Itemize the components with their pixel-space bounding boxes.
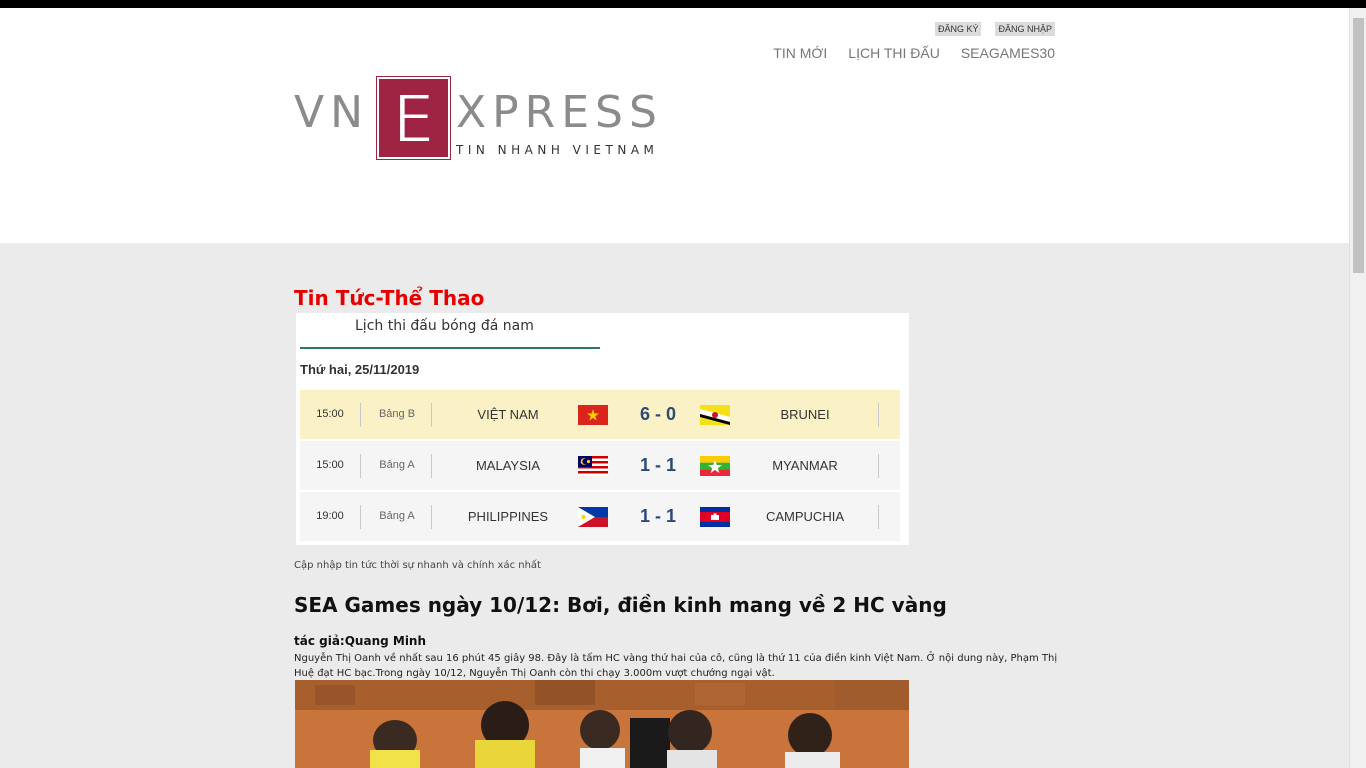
- home-team: VIỆT NAM: [477, 407, 539, 422]
- section-title: Tin Tức-Thể Thao: [294, 286, 485, 310]
- vietnam-flag-icon: [578, 405, 608, 425]
- logo-emblem: E: [376, 76, 451, 160]
- match-time: 15:00: [316, 459, 344, 471]
- match-schedule: Lịch thi đấu bóng đá nam Thứ hai, 25/11/…: [296, 313, 909, 545]
- logo-letter: E: [392, 80, 436, 159]
- auth-links: ĐĂNG KÝ ĐĂNG NHẬP: [934, 22, 1055, 36]
- match-row[interactable]: 19:00 Bảng A PHILIPPINES 1 - 1 CAMPUCHIA: [300, 492, 900, 541]
- nav-link-news[interactable]: TIN MỚI: [773, 45, 827, 61]
- schedule-date: Thứ hai, 25/11/2019: [300, 362, 420, 377]
- divider: [360, 454, 361, 478]
- match-time: 19:00: [316, 510, 344, 522]
- home-team: PHILIPPINES: [467, 509, 549, 524]
- scrollbar-thumb[interactable]: [1353, 18, 1364, 273]
- match-row[interactable]: 15:00 Bảng B VIỆT NAM 6 - 0 BRUNEI: [300, 390, 900, 439]
- nav-link-schedule[interactable]: LỊCH THI ĐẤU: [848, 45, 940, 61]
- logo-text-left: VN: [294, 87, 370, 138]
- divider: [878, 403, 879, 427]
- divider: [360, 403, 361, 427]
- vertical-scrollbar[interactable]: [1349, 8, 1366, 768]
- match-score: 6 - 0: [639, 404, 677, 424]
- logo-text-right: XPRESS: [456, 87, 663, 138]
- main-nav: TIN MỚI LỊCH THI ĐẤU SEAGAMES30: [773, 45, 1055, 61]
- login-button[interactable]: ĐĂNG NHẬP: [995, 22, 1055, 36]
- schedule-tab[interactable]: Lịch thi đấu bóng đá nam: [355, 318, 534, 334]
- article-photo: [295, 680, 909, 768]
- logo-tagline: TIN NHANH VIETNAM: [456, 143, 659, 157]
- match-group: Bảng A: [379, 459, 415, 471]
- vnexpress-logo[interactable]: VN E XPRESS TIN NHANH VIETNAM: [294, 76, 704, 163]
- philippines-flag-icon: [578, 507, 608, 527]
- update-note: Cập nhập tin tức thời sự nhanh và chính …: [294, 560, 541, 571]
- register-button[interactable]: ĐĂNG KÝ: [934, 22, 982, 36]
- match-group: Bảng A: [379, 510, 415, 522]
- divider: [431, 505, 432, 529]
- divider: [360, 505, 361, 529]
- tab-underline: [300, 347, 600, 349]
- divider: [431, 403, 432, 427]
- away-team: MYANMAR: [772, 458, 838, 473]
- match-group: Bảng B: [378, 408, 416, 420]
- brunei-flag-icon: [700, 405, 730, 425]
- divider: [878, 454, 879, 478]
- top-bar: [0, 0, 1366, 8]
- malaysia-flag-icon: [578, 456, 608, 476]
- away-team: BRUNEI: [780, 407, 830, 422]
- away-team: CAMPUCHIA: [765, 509, 844, 524]
- divider: [878, 505, 879, 529]
- article-summary: Nguyễn Thị Oanh về nhất sau 16 phút 45 g…: [294, 653, 1058, 679]
- myanmar-flag-icon: [700, 456, 730, 476]
- match-score: 1 - 1: [639, 506, 677, 526]
- divider: [431, 454, 432, 478]
- nav-link-seagames[interactable]: SEAGAMES30: [961, 45, 1055, 61]
- article-title[interactable]: SEA Games ngày 10/12: Bơi, điền kinh man…: [294, 593, 947, 617]
- article-author: tác giả:Quang Minh: [294, 634, 427, 648]
- cambodia-flag-icon: [700, 507, 730, 527]
- match-score: 1 - 1: [639, 455, 677, 475]
- match-row[interactable]: 15:00 Bảng A MALAYSIA 1 - 1 MYANMAR: [300, 441, 900, 490]
- home-team: MALAYSIA: [475, 458, 541, 473]
- match-time: 15:00: [316, 408, 344, 420]
